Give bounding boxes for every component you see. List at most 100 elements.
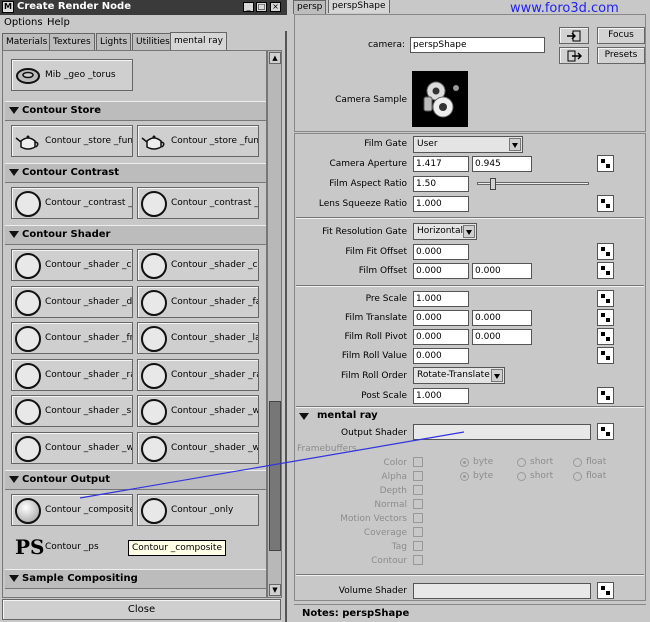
translate-y-field[interactable]: 0.000 — [472, 310, 532, 326]
fb-contour-checkbox[interactable] — [413, 555, 423, 565]
presets-button[interactable]: Presets — [597, 47, 645, 64]
pivot-x-field[interactable]: 0.000 — [413, 329, 469, 345]
output-shader-field[interactable] — [413, 424, 591, 440]
map-button-icon[interactable] — [597, 582, 614, 599]
radio-short-1[interactable] — [517, 458, 526, 467]
fb-depth-checkbox[interactable] — [413, 485, 423, 495]
node-mib-geo-torus[interactable]: Mib _geo _torus — [11, 59, 133, 91]
close-window-button[interactable]: × — [270, 2, 281, 12]
node-contour-contrast-2[interactable]: Contour _contrast _fu — [137, 187, 259, 219]
map-button-icon[interactable] — [597, 262, 614, 279]
fb-coverage-checkbox[interactable] — [413, 527, 423, 537]
fit-offset-field[interactable]: 0.000 — [413, 244, 469, 260]
node-contour-shader-11[interactable]: Contour _shader _wi — [11, 432, 133, 464]
node-contour-store-2[interactable]: Contour _store _func — [137, 125, 259, 157]
radio-short-2[interactable] — [517, 472, 526, 481]
mental-ray-header[interactable]: mental ray — [317, 410, 378, 421]
map-button-icon[interactable] — [597, 309, 614, 326]
postscale-field[interactable]: 1.000 — [413, 388, 469, 404]
notes-bar[interactable]: Notes: perspShape — [294, 604, 646, 622]
go-to-input-button[interactable] — [559, 27, 589, 44]
map-button-icon[interactable] — [597, 347, 614, 364]
node-contour-shader-9[interactable]: Contour _shader _sin — [11, 395, 133, 427]
node-contour-shader-2[interactable]: Contour _shader _cu — [137, 249, 259, 281]
roll-order-dropdown[interactable]: Rotate-Translate — [413, 367, 505, 384]
map-button-icon[interactable] — [597, 290, 614, 307]
scroll-up-icon[interactable]: ▲ — [269, 52, 281, 64]
camera-name-field[interactable]: perspShape — [410, 37, 545, 53]
node-contour-shader-5[interactable]: Contour _shader _fra — [11, 322, 133, 354]
node-contour-shader-10[interactable]: Contour _shader _wi — [137, 395, 259, 427]
map-button-icon[interactable] — [597, 195, 614, 212]
tab-utilities[interactable]: Utilities — [132, 33, 174, 50]
map-button-icon[interactable] — [597, 328, 614, 345]
fb-color-checkbox[interactable] — [413, 457, 423, 467]
aperture-y-field[interactable]: 0.945 — [472, 156, 532, 172]
film-offset-x-field[interactable]: 0.000 — [413, 263, 469, 279]
fb-tag-checkbox[interactable] — [413, 541, 423, 551]
section-contour-store[interactable]: Contour Store — [5, 101, 266, 121]
aspect-field[interactable]: 1.50 — [413, 176, 469, 192]
section-contour-contrast[interactable]: Contour Contrast — [5, 163, 266, 183]
node-contour-contrast-1[interactable]: Contour _contrast _fu — [11, 187, 133, 219]
node-contour-shader-6[interactable]: Contour _shader _lay — [137, 322, 259, 354]
node-contour-shader-4[interactable]: Contour _shader _fac — [137, 286, 259, 318]
prescale-field[interactable]: 1.000 — [413, 291, 469, 307]
node-contour-shader-12[interactable]: Contour _shader _wi — [137, 432, 259, 464]
tab-materials[interactable]: Materials — [2, 33, 52, 50]
node-contour-shader-7[interactable]: Contour _shader _ran — [11, 359, 133, 391]
tab-lights[interactable]: Lights — [96, 33, 132, 50]
radio-byte-1[interactable] — [460, 458, 469, 467]
radio-float-1[interactable] — [573, 458, 582, 467]
aperture-x-field[interactable]: 1.417 — [413, 156, 469, 172]
radio-byte-2[interactable] — [460, 472, 469, 481]
film-gate-dropdown[interactable]: User — [413, 136, 523, 153]
collapse-arrow-icon[interactable] — [299, 413, 309, 420]
node-label: Contour _shader _ran — [171, 370, 259, 380]
tab-textures[interactable]: Textures — [49, 33, 95, 50]
node-contour-store-1[interactable]: Contour _store _func — [11, 125, 133, 157]
aspect-slider[interactable] — [477, 178, 589, 190]
close-button[interactable]: Close — [2, 599, 281, 620]
map-button-icon[interactable] — [597, 387, 614, 404]
node-contour-shader-1[interactable]: Contour _shader _co — [11, 249, 133, 281]
section-sample-compositing[interactable]: Sample Compositing — [5, 569, 266, 589]
film-offset-y-field[interactable]: 0.000 — [472, 263, 532, 279]
map-button-icon[interactable] — [597, 243, 614, 260]
fb-normal-checkbox[interactable] — [413, 499, 423, 509]
node-contour-shader-3[interactable]: Contour _shader _de — [11, 286, 133, 318]
tab-persp[interactable]: persp — [293, 0, 327, 14]
pivot-y-field[interactable]: 0.000 — [472, 329, 532, 345]
go-to-output-button[interactable] — [559, 47, 589, 64]
squeeze-field[interactable]: 1.000 — [413, 196, 469, 212]
scroll-thumb[interactable] — [269, 401, 281, 551]
fb-motion-vectors-checkbox[interactable] — [413, 513, 423, 523]
volume-shader-field[interactable] — [413, 583, 591, 599]
menu-options[interactable]: Options — [4, 17, 43, 28]
slider-handle[interactable] — [490, 178, 497, 190]
node-contour-shader-8[interactable]: Contour _shader _ran — [137, 359, 259, 391]
section-contour-output[interactable]: Contour Output — [5, 470, 266, 490]
maximize-button[interactable]: □ — [256, 2, 267, 12]
vertical-scrollbar[interactable]: ▲ ▼ — [267, 50, 282, 598]
node-contour-only[interactable]: Contour _only — [137, 494, 259, 526]
fb-alpha-checkbox[interactable] — [413, 471, 423, 481]
tab-perspshape[interactable]: perspShape — [328, 0, 390, 13]
section-contour-shader[interactable]: Contour Shader — [5, 225, 266, 245]
map-button-icon[interactable] — [597, 155, 614, 172]
translate-x-field[interactable]: 0.000 — [413, 310, 469, 326]
focus-button[interactable]: Focus — [597, 27, 645, 44]
roll-value-field[interactable]: 0.000 — [413, 348, 469, 364]
menu-help[interactable]: Help — [47, 17, 70, 28]
radio-label: short — [530, 471, 554, 481]
tab-mental-ray[interactable]: mental ray — [170, 32, 227, 50]
title-bar[interactable]: M Create Render Node _ □ × — [0, 0, 287, 15]
map-button-icon[interactable] — [597, 423, 614, 440]
scroll-down-icon[interactable]: ▼ — [269, 584, 281, 596]
minimize-button[interactable]: _ — [243, 2, 254, 12]
radio-float-2[interactable] — [573, 472, 582, 481]
node-contour-composite[interactable]: Contour _composite — [11, 494, 133, 526]
node-contour-ps[interactable]: PS Contour _ps — [11, 531, 133, 563]
arrow-out-icon — [567, 50, 582, 62]
fit-gate-dropdown[interactable]: Horizontal — [413, 223, 477, 240]
